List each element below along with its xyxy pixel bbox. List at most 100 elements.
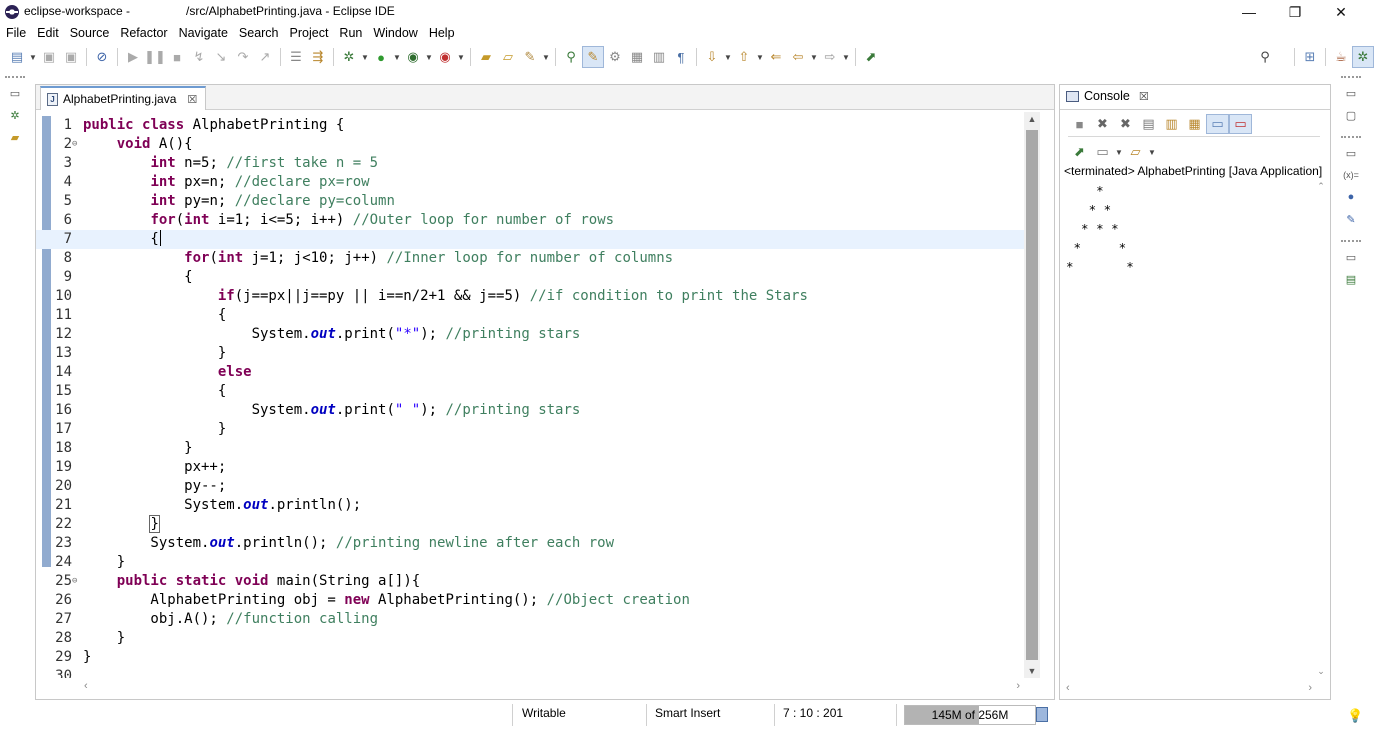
code-line[interactable]: 29} [36, 648, 1024, 667]
code-line[interactable]: 24 } [36, 553, 1024, 572]
menu-file[interactable]: File [0, 24, 31, 43]
resume-icon[interactable]: ▶ [122, 46, 144, 68]
debug-view-icon[interactable]: ✲ [0, 104, 30, 126]
code-text[interactable]: if(j==px||j==py || i==n/2+1 && j==5) //i… [83, 287, 808, 306]
run-dropdown-icon[interactable]: ▼ [392, 46, 402, 68]
coverage-icon[interactable]: ◉ [402, 46, 424, 68]
close-button[interactable]: ✕ [1318, 0, 1364, 24]
menu-project[interactable]: Project [284, 24, 334, 43]
code-text[interactable]: AlphabetPrinting obj = new AlphabetPrint… [83, 591, 689, 610]
pin-editor-icon[interactable]: ⬈ [860, 46, 882, 68]
code-line[interactable]: 5 int py=n; //declare py=column [36, 192, 1024, 211]
code-line[interactable]: 25 ⊖ public static void main(String a[]){ [36, 572, 1024, 591]
display-selected-console-icon[interactable]: ▭ [1091, 142, 1114, 162]
open-console-dropdown-icon[interactable]: ▼ [1147, 141, 1157, 163]
code-line[interactable]: 26 AlphabetPrinting obj = new AlphabetPr… [36, 591, 1024, 610]
run-garbage-collector-icon[interactable] [1036, 707, 1048, 722]
scroll-left-icon[interactable]: ‹ [1066, 682, 1070, 694]
code-text[interactable]: } [83, 344, 226, 363]
run-icon[interactable]: ● [370, 46, 392, 68]
suspend-icon[interactable]: ❚❚ [144, 46, 166, 68]
code-text[interactable]: int px=n; //declare px=row [83, 173, 369, 192]
scroll-right-icon[interactable]: › [1016, 680, 1020, 692]
code-line[interactable]: 21 System.out.println(); [36, 496, 1024, 515]
open-console-icon[interactable]: ▱ [1124, 142, 1147, 162]
debug-perspective-icon[interactable]: ✲ [1352, 46, 1374, 68]
toggle-block-selection-icon[interactable]: ⚙ [604, 46, 626, 68]
trim-handle[interactable] [1341, 136, 1361, 138]
scroll-left-icon[interactable]: ‹ [84, 680, 88, 692]
skip-breakpoints-icon[interactable]: ⊘ [91, 46, 113, 68]
code-line[interactable]: 4 int px=n; //declare px=row [36, 173, 1024, 192]
code-text[interactable]: } [83, 648, 91, 667]
code-text[interactable]: py--; [83, 477, 226, 496]
code-line[interactable]: 8 for(int j=1; j<10; j++) //Inner loop f… [36, 249, 1024, 268]
remove-all-launches-icon[interactable]: ✖ [1114, 114, 1137, 134]
console-horizontal-scrollbar[interactable]: ‹ › [1064, 682, 1314, 696]
restore-view-icon[interactable]: ▭ [0, 82, 30, 104]
last-edit-location-icon[interactable]: ⇐ [765, 46, 787, 68]
maximize-view-icon[interactable]: ▢ [1336, 104, 1366, 126]
pilcrow-icon[interactable]: ¶ [670, 46, 692, 68]
package-explorer-icon[interactable]: ▰ [0, 126, 30, 148]
open-type-icon[interactable]: ▱ [497, 46, 519, 68]
next-annotation-icon[interactable]: ⇩ [701, 46, 723, 68]
code-editor[interactable]: 1 public class AlphabetPrinting {2 ⊖ void … [36, 112, 1024, 678]
trim-handle[interactable] [5, 76, 25, 78]
code-line[interactable]: 2 ⊖ void A(){ [36, 135, 1024, 154]
use-step-filters-icon[interactable]: ⇶ [307, 46, 329, 68]
code-text[interactable]: System.out.print(" "); //printing stars [83, 401, 581, 420]
code-line[interactable]: 6 for(int i=1; i<=5; i++) //Outer loop f… [36, 211, 1024, 230]
code-line[interactable]: 3 int n=5; //first take n = 5 [36, 154, 1024, 173]
close-tab-icon[interactable]: ☒ [187, 93, 197, 106]
code-line[interactable]: 1 public class AlphabetPrinting { [36, 116, 1024, 135]
fold-toggle-icon[interactable]: ⊖ [72, 135, 80, 154]
debug-dropdown-icon[interactable]: ▼ [360, 46, 370, 68]
drop-to-frame-icon[interactable]: ☰ [285, 46, 307, 68]
code-text[interactable]: int py=n; //declare py=column [83, 192, 394, 211]
outline-icon[interactable]: ▤ [1336, 268, 1366, 290]
scroll-up-icon[interactable]: ⌃ [1314, 181, 1328, 192]
tab-alphabetprinting-java[interactable]: J AlphabetPrinting.java ☒ [40, 86, 207, 110]
menu-source[interactable]: Source [64, 24, 115, 43]
new-icon[interactable]: ▤ [6, 46, 28, 68]
expressions-icon[interactable]: ✎ [1336, 208, 1366, 230]
search-tools-dropdown-icon[interactable]: ▼ [541, 46, 551, 68]
code-line[interactable]: 7 { [36, 230, 1024, 249]
scroll-down-icon[interactable]: ▼ [1024, 666, 1040, 676]
code-text[interactable]: System.out.print("*"); //printing stars [83, 325, 581, 344]
code-text[interactable]: px++; [83, 458, 226, 477]
menu-navigate[interactable]: Navigate [173, 24, 233, 43]
scroll-lock-icon[interactable]: ▥ [1160, 114, 1183, 134]
menu-window[interactable]: Window [367, 24, 422, 43]
code-line[interactable]: 28 } [36, 629, 1024, 648]
previous-annotation-dropdown-icon[interactable]: ▼ [755, 46, 765, 68]
code-text[interactable]: { [83, 306, 226, 325]
scroll-thumb[interactable] [1026, 130, 1038, 660]
remove-launch-icon[interactable]: ✖ [1091, 114, 1114, 134]
code-line[interactable]: 19 px++; [36, 458, 1024, 477]
code-text[interactable]: } [83, 553, 125, 572]
status-cursor-position[interactable]: 7 : 10 : 201 [783, 706, 843, 720]
code-text[interactable]: { [83, 382, 226, 401]
back-dropdown-icon[interactable]: ▼ [809, 46, 819, 68]
terminate-icon[interactable]: ■ [166, 46, 188, 68]
restore-view-icon[interactable]: ▭ [1336, 82, 1366, 104]
code-text[interactable]: public class AlphabetPrinting { [83, 116, 344, 135]
display-console-dropdown-icon[interactable]: ▼ [1114, 141, 1124, 163]
search-tools-icon[interactable]: ✎ [519, 46, 541, 68]
toggle-breadcrumb-icon[interactable]: ⚲ [560, 46, 582, 68]
word-wrap-icon[interactable]: ▦ [1183, 114, 1206, 134]
restore-button[interactable]: ❐ [1272, 0, 1318, 24]
editor-vertical-scrollbar[interactable]: ▲ ▼ [1024, 112, 1040, 678]
code-text[interactable]: int n=5; //first take n = 5 [83, 154, 378, 173]
code-line[interactable]: 14 else [36, 363, 1024, 382]
save-all-icon[interactable]: ▣ [60, 46, 82, 68]
restore-view-icon[interactable]: ▭ [1336, 142, 1366, 164]
console-vertical-scrollbar[interactable]: ⌃ ⌄ [1314, 181, 1328, 677]
tab-console[interactable]: Console ☒ [1066, 89, 1149, 103]
java-perspective-icon[interactable]: ☕ [1330, 46, 1352, 68]
code-text[interactable]: for(int i=1; i<=5; i++) //Outer loop for… [83, 211, 614, 230]
scroll-up-icon[interactable]: ▲ [1024, 114, 1040, 124]
code-line[interactable]: 17 } [36, 420, 1024, 439]
